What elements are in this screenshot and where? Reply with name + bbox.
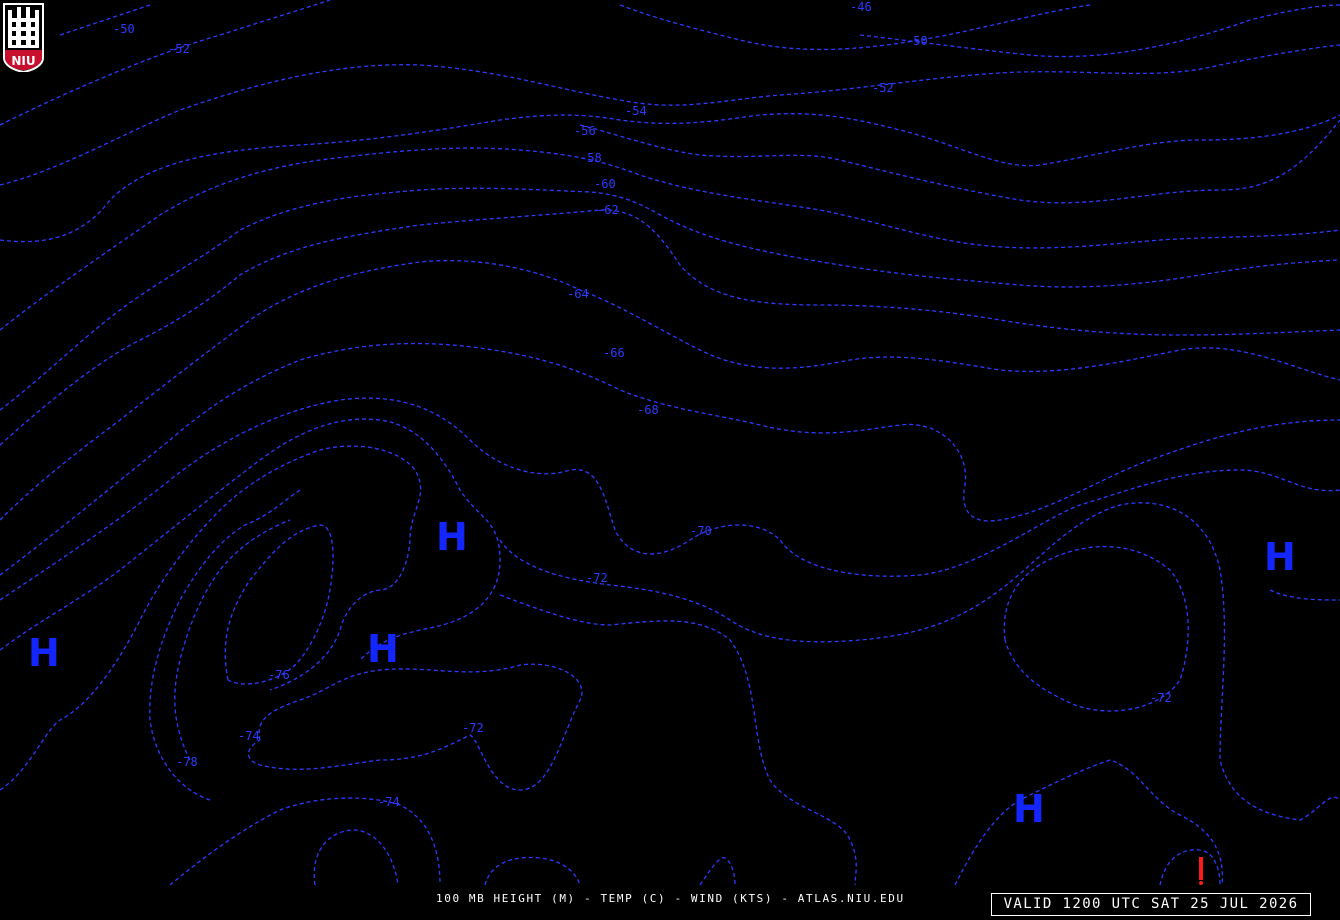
- isotherm-line: [499, 594, 857, 885]
- logo-text: NIU: [11, 54, 35, 68]
- contour-label: -76: [268, 668, 290, 682]
- contour-labels: -50 -52 -46 -50 -52 -54 -56 -58 -60 -62 …: [113, 0, 1172, 809]
- isotherm-line: [484, 856, 581, 885]
- isotherm-line: [0, 418, 501, 661]
- high-pressure-marker: H: [28, 631, 60, 675]
- isotherm-lines: [0, 0, 1340, 885]
- contour-label: -78: [176, 755, 198, 769]
- isotherm-line: [169, 797, 441, 885]
- contour-label: -70: [690, 524, 712, 538]
- contour-label: -52: [872, 81, 894, 95]
- isotherm-line: [1003, 546, 1189, 712]
- contour-label: -60: [594, 177, 616, 191]
- isotherm-line: [0, 113, 1340, 243]
- contour-label: -64: [567, 287, 589, 301]
- isotherm-line: [579, 119, 1340, 204]
- isotherm-line: [859, 4, 1340, 58]
- isotherm-line: [0, 397, 1340, 601]
- isotherm-line: [1159, 849, 1221, 885]
- isotherm-line: [174, 519, 291, 761]
- isotherm-line: [59, 4, 151, 36]
- map-caption: 100 MB HEIGHT (M) - TEMP (C) - WIND (KTS…: [436, 892, 905, 905]
- niu-logo: NIU: [3, 3, 44, 72]
- high-pressure-marker: H: [436, 515, 468, 559]
- contour-label: -56: [574, 124, 596, 138]
- high-pressure-marker: H: [1264, 535, 1296, 579]
- contour-label: -72: [586, 571, 608, 585]
- contour-label: -58: [580, 151, 602, 165]
- isotherm-line: [499, 502, 1340, 821]
- contour-label: -54: [625, 104, 647, 118]
- contour-label: -72: [462, 721, 484, 735]
- contour-label: -68: [637, 403, 659, 417]
- isotherm-line: [0, 187, 1340, 411]
- isotherm-line: [0, 44, 1340, 186]
- high-pressure-marker: H: [1013, 787, 1045, 831]
- contour-label: -74: [238, 729, 260, 743]
- contour-label: -50: [906, 34, 928, 48]
- contour-label: -52: [168, 42, 190, 56]
- isotherm-line: [0, 342, 1340, 576]
- contour-label: -74: [378, 795, 400, 809]
- isotherm-line: [313, 829, 399, 885]
- contour-label: -50: [113, 22, 135, 36]
- high-pressure-markers: H H H H H: [28, 515, 1296, 831]
- wind-marker: [1199, 857, 1203, 885]
- contour-label: -72: [1150, 691, 1172, 705]
- isotherm-line: [1269, 589, 1340, 601]
- isotherm-line: [247, 663, 583, 791]
- valid-time-box: VALID 1200 UTC SAT 25 JUL 2026: [991, 893, 1311, 916]
- contour-label: -46: [850, 0, 872, 14]
- isotherm-line: [954, 759, 1224, 885]
- isotherm-line: [0, 0, 331, 126]
- map-canvas: -50 -52 -46 -50 -52 -54 -56 -58 -60 -62 …: [0, 0, 1340, 885]
- isotherm-line: [0, 147, 1340, 331]
- isotherm-line: [699, 857, 736, 885]
- high-pressure-marker: H: [367, 627, 399, 671]
- contour-label: -66: [603, 346, 625, 360]
- isotherm-line: [0, 209, 1340, 446]
- isotherm-line: [0, 259, 1340, 521]
- contour-label: -62: [597, 203, 619, 217]
